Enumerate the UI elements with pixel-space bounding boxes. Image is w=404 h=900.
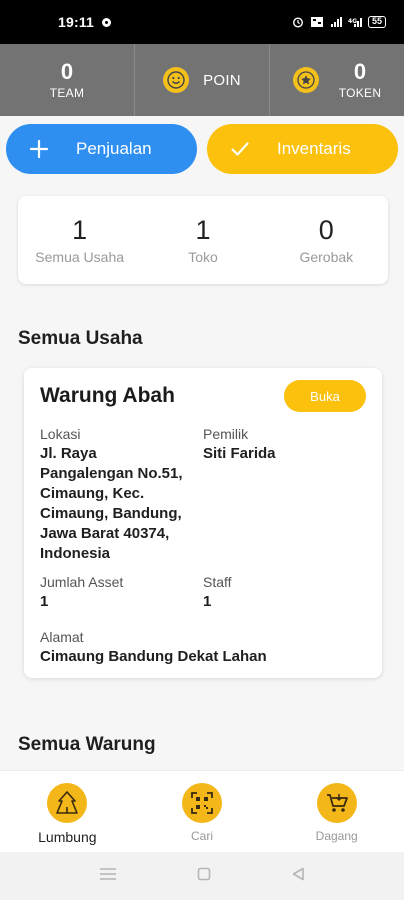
back-icon[interactable] [291,867,305,886]
data-speed-icon [310,16,324,28]
battery-icon: 55 [367,16,386,28]
lokasi-line: Jl. Raya [40,445,97,462]
summary-gerobak[interactable]: 0 Gerobak [265,215,388,265]
nav-lumbung[interactable]: Lumbung [0,771,135,852]
pemilik-value: Siti Farida [203,445,276,462]
lokasi-line: Jawa Barat 40374, [40,525,170,542]
poin-stat[interactable]: POIN [135,44,270,116]
home-icon[interactable] [197,867,211,886]
check-icon [229,138,251,160]
lokasi-line: Cimaung, Kec. [40,485,145,502]
business-card[interactable]: Warung Abah Buka Lokasi Jl. Raya Pangale… [24,368,382,678]
nav-label-cari: Cari [191,829,214,843]
summary-value: 1 [72,215,88,245]
status-icons: 4G 55 [292,16,386,28]
system-nav-bar [0,852,404,900]
alamat-label: Alamat [40,629,84,645]
summary-card: 1 Semua Usaha 1 Toko 0 Gerobak [18,196,388,284]
lokasi-label: Lokasi [40,426,81,442]
signal-icon [330,16,342,28]
qr-scan-icon [182,783,222,823]
team-label: TEAM [49,86,85,100]
team-stat[interactable]: 0 TEAM [0,44,135,116]
business-name: Warung Abah [40,384,175,407]
status-time: 19:11 [58,14,95,30]
svg-text:4G: 4G [348,18,357,25]
inventaris-label: Inventaris [277,139,351,158]
signal-2-icon: 4G [348,16,362,28]
status-badge[interactable]: Buka [284,380,366,412]
nav-cari[interactable]: Cari [135,771,270,852]
staff-label: Staff [203,574,232,590]
jumlah-asset-label: Jumlah Asset [40,574,124,590]
status-bar: 19:11 4G 55 [0,0,404,44]
inventaris-button[interactable]: Inventaris [207,124,398,174]
staff-value: 1 [203,593,212,610]
pemilik-label: Pemilik [203,426,249,442]
plus-icon [28,138,50,160]
lokasi-value: Jl. Raya Pangalengan No.51, Cimaung, Kec… [40,444,210,564]
poin-label: POIN [203,71,241,89]
menu-icon[interactable] [99,867,117,886]
jumlah-asset-value: 1 [40,593,49,610]
cart-icon [316,783,357,823]
section-title-semua-warung: Semua Warung [18,734,156,755]
alamat-value: Cimaung Bandung Dekat Lahan [40,648,267,665]
token-label: TOKEN [338,86,382,100]
top-stats-bar: 0 TEAM POIN 0 TOKEN [0,44,404,116]
summary-toko[interactable]: 1 Toko [141,215,264,265]
lokasi-line: Cimaung, Bandung, [40,505,182,522]
nav-label-dagang: Dagang [315,829,358,843]
smiley-icon [163,67,190,93]
location-icon [102,17,112,27]
lokasi-line: Pangalengan No.51, [40,465,183,482]
alarm-icon [292,16,304,28]
lumbung-icon [47,783,88,823]
penjualan-button[interactable]: Penjualan [6,124,197,174]
summary-value: 1 [195,215,211,245]
summary-semua-usaha[interactable]: 1 Semua Usaha [18,215,141,265]
penjualan-label: Penjualan [76,139,152,158]
star-icon [292,67,319,93]
action-buttons: Penjualan Inventaris [6,124,398,174]
team-count: 0 [60,59,74,84]
summary-label: Semua Usaha [35,249,125,265]
nav-dagang[interactable]: Dagang [269,771,404,852]
bottom-nav: Lumbung Cari Dagang [0,770,404,852]
nav-label-lumbung: Lumbung [38,829,97,845]
summary-label: Toko [188,249,218,265]
lokasi-line: Indonesia [40,545,111,562]
summary-label: Gerobak [299,249,354,265]
section-title-semua-usaha: Semua Usaha [18,328,143,349]
summary-value: 0 [318,215,334,245]
token-stat[interactable]: 0 TOKEN [270,44,404,116]
token-count: 0 [353,59,367,84]
